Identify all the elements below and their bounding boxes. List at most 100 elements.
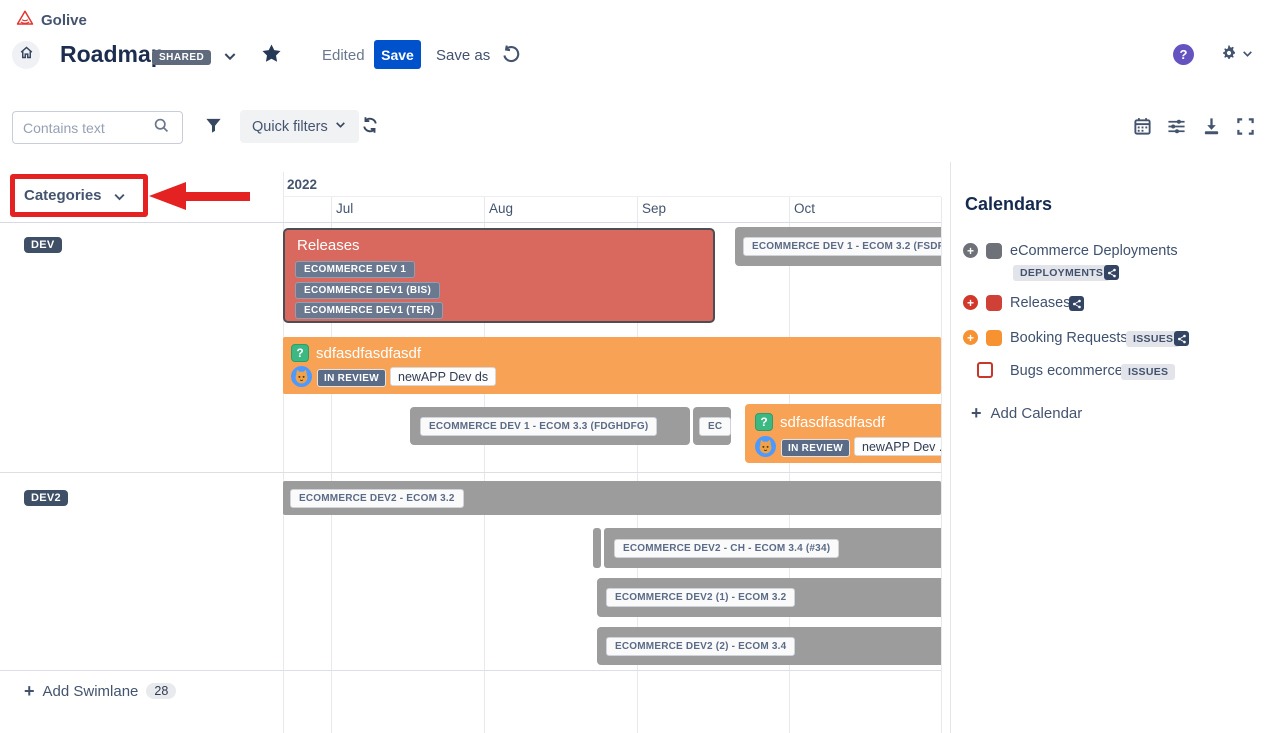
- calendar-item-booking-requests[interactable]: Booking Requests: [1010, 330, 1128, 346]
- deployment-bar-label: ECOMMERCE DEV 1 - ECOM 3.2 (FSDFSDFS: [743, 237, 941, 256]
- refresh-icon[interactable]: [361, 116, 379, 139]
- search-box[interactable]: [12, 111, 183, 144]
- plus-icon: +: [971, 404, 982, 422]
- add-swimlane-button[interactable]: + Add Swimlane 28: [24, 682, 176, 700]
- annotation-arrow: [184, 192, 250, 201]
- search-input[interactable]: [23, 120, 153, 136]
- deployment-bar-dev2-ecom32[interactable]: ECOMMERCE DEV2 - ECOM 3.2: [283, 481, 941, 515]
- shared-badge: SHARED: [152, 50, 211, 65]
- undo-icon[interactable]: [501, 44, 521, 69]
- timeline-year-label: 2022: [287, 177, 317, 192]
- add-event-plus-icon[interactable]: +: [963, 295, 978, 310]
- status-badge: IN REVIEW: [781, 439, 850, 457]
- fullscreen-icon[interactable]: [1236, 117, 1255, 141]
- question-type-icon: ?: [755, 413, 773, 431]
- add-calendar-label: Add Calendar: [991, 405, 1083, 422]
- shared-calendar-icon[interactable]: [1069, 296, 1084, 311]
- shared-calendar-icon[interactable]: [1104, 265, 1119, 280]
- question-mark-icon: ?: [1180, 47, 1188, 62]
- download-icon[interactable]: [1202, 117, 1221, 141]
- display-settings-sliders-icon[interactable]: [1167, 117, 1186, 141]
- deployment-bar-label: ECOMMERCE DEV2 - ECOM 3.2: [290, 489, 464, 508]
- save-button[interactable]: Save: [374, 40, 421, 69]
- calendar-view-icon[interactable]: [1133, 117, 1152, 141]
- calendar-item-releases[interactable]: Releases: [1010, 295, 1070, 311]
- month-label-jul: Jul: [336, 201, 353, 216]
- booking-request-title: sdfasdfasdfasdf: [780, 414, 885, 431]
- grid-line: [941, 197, 942, 733]
- edited-status: Edited: [322, 47, 365, 64]
- calendar-type-badge: ISSUES: [1121, 364, 1175, 380]
- deployment-bar-dev2-ch-ecom34[interactable]: ECOMMERCE DEV2 - CH - ECOM 3.4 (#34): [604, 528, 941, 568]
- month-label-aug: Aug: [489, 201, 513, 216]
- calendar-type-badge: DEPLOYMENTS: [1013, 265, 1110, 281]
- question-type-icon: ?: [291, 344, 309, 362]
- quick-filters-chevron-down-icon: [334, 118, 347, 135]
- grid-line: [0, 222, 941, 223]
- settings-chevron-down-icon: [1241, 47, 1254, 65]
- swimlane-count-badge: 28: [146, 683, 176, 699]
- search-icon: [153, 117, 170, 139]
- calendar-color-swatch[interactable]: [986, 295, 1002, 311]
- favorite-star-icon[interactable]: [260, 42, 283, 70]
- gear-icon: [1220, 44, 1238, 67]
- release-version-badge[interactable]: ECOMMERCE DEV1 (TER): [295, 302, 443, 319]
- app-badge: newAPP Dev ds: [390, 367, 496, 386]
- releases-title: Releases: [297, 237, 360, 254]
- booking-request-bar-1[interactable]: ? sdfasdfasdfasdf IN REVIEW newAPP Dev d…: [283, 337, 941, 394]
- assignee-avatar: [291, 366, 312, 392]
- app-badge: newAPP Dev ..., n: [854, 437, 941, 456]
- annotation-highlight-box: [10, 174, 148, 217]
- calendar-item-bugs-ecommerce[interactable]: Bugs ecommerce: [1010, 363, 1123, 379]
- settings-menu-button[interactable]: [1220, 44, 1254, 67]
- deployment-bar-ecom32[interactable]: ECOMMERCE DEV 1 - ECOM 3.2 (FSDFSDFS: [735, 227, 941, 266]
- deployment-bar-dev2-1-ecom32[interactable]: ECOMMERCE DEV2 (1) - ECOM 3.2: [597, 578, 941, 617]
- home-button[interactable]: [12, 41, 40, 69]
- calendar-checkbox[interactable]: [977, 362, 993, 378]
- lane-divider: [0, 670, 941, 671]
- brand-name: Golive: [41, 12, 87, 29]
- deployment-bar-ecom33[interactable]: ECOMMERCE DEV 1 - ECOM 3.3 (FDGHDFG): [410, 407, 690, 445]
- title-chevron-down-icon[interactable]: [222, 48, 238, 69]
- releases-event-block[interactable]: Releases ECOMMERCE DEV 1 ECOMMERCE DEV1 …: [283, 228, 715, 323]
- deployment-bar-label: ECOMMERCE DEV2 (1) - ECOM 3.2: [606, 588, 795, 607]
- calendar-item-ecommerce-deployments[interactable]: eCommerce Deployments: [1010, 243, 1178, 259]
- lane-divider: [0, 472, 941, 473]
- quick-filters-label: Quick filters: [252, 119, 328, 135]
- page-title: Roadmap: [60, 41, 165, 68]
- panel-divider: [950, 162, 951, 733]
- golive-roadmap-app: Golive Roadmap SHARED Edited Save Save a…: [0, 0, 1271, 733]
- home-icon: [19, 45, 34, 65]
- release-version-badge[interactable]: ECOMMERCE DEV 1: [295, 261, 415, 278]
- grid-line: [283, 196, 941, 197]
- add-event-plus-icon[interactable]: +: [963, 330, 978, 345]
- release-version-badge[interactable]: ECOMMERCE DEV1 (BIS): [295, 282, 440, 299]
- swimlane-label-dev2[interactable]: DEV2: [24, 488, 68, 506]
- shared-calendar-icon[interactable]: [1174, 331, 1189, 346]
- deployment-bar-truncated[interactable]: EC: [693, 407, 731, 445]
- add-event-plus-icon[interactable]: +: [963, 243, 978, 258]
- annotation-arrow-head: [149, 182, 186, 210]
- calendar-color-swatch[interactable]: [986, 243, 1002, 259]
- deployment-bar-label: ECOMMERCE DEV2 (2) - ECOM 3.4: [606, 637, 795, 656]
- deployment-bar-label: EC: [699, 417, 731, 436]
- swimlane-label-dev[interactable]: DEV: [24, 235, 62, 253]
- save-as-button[interactable]: Save as: [436, 47, 490, 64]
- filter-funnel-icon[interactable]: [204, 116, 223, 140]
- booking-request-title: sdfasdfasdfasdf: [316, 345, 421, 362]
- booking-request-bar-2[interactable]: ? sdfasdfasdfasdf IN REVIEW newAPP Dev .…: [745, 404, 941, 463]
- month-label-sep: Sep: [642, 201, 666, 216]
- deployment-bar-dev2-2-ecom34[interactable]: ECOMMERCE DEV2 (2) - ECOM 3.4: [597, 627, 941, 665]
- calendar-color-swatch[interactable]: [986, 330, 1002, 346]
- quick-filters-button[interactable]: Quick filters: [240, 110, 359, 143]
- golive-logo-icon: [16, 9, 34, 32]
- calendar-type-badge: ISSUES: [1126, 331, 1180, 347]
- add-calendar-button[interactable]: + Add Calendar: [971, 404, 1082, 422]
- help-button[interactable]: ?: [1173, 44, 1194, 65]
- brand[interactable]: Golive: [16, 9, 87, 32]
- calendars-heading: Calendars: [965, 194, 1052, 215]
- add-swimlane-label: Add Swimlane: [43, 683, 139, 700]
- month-label-oct: Oct: [794, 201, 815, 216]
- deployment-bar-label: ECOMMERCE DEV 1 - ECOM 3.3 (FDGHDFG): [420, 417, 657, 436]
- deployment-bar-segment[interactable]: [593, 528, 601, 568]
